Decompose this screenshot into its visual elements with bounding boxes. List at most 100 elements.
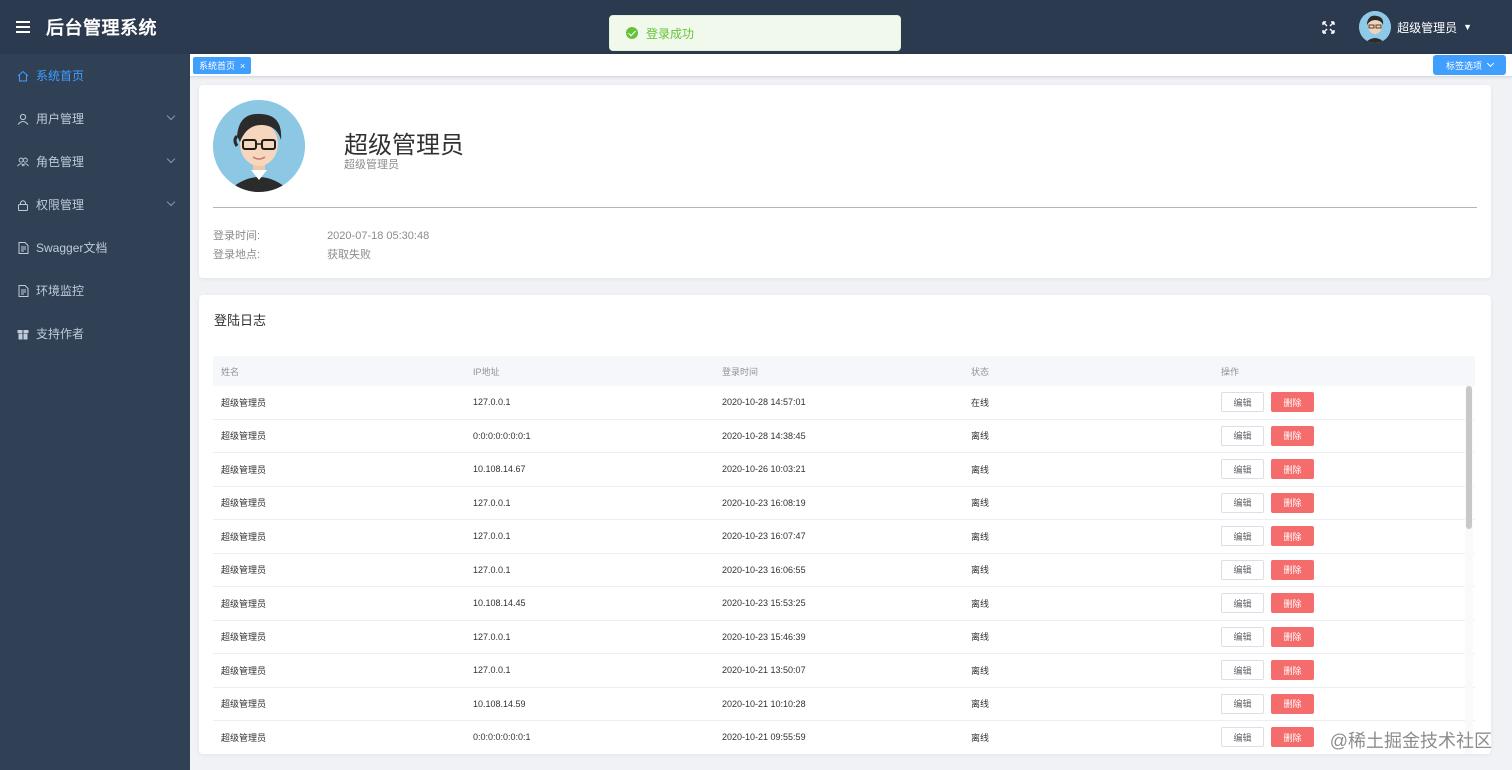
- cell-status: 离线: [971, 699, 990, 710]
- hamburger-menu-icon[interactable]: [0, 0, 46, 54]
- chevron-down-icon: [166, 197, 176, 207]
- table-scrollbar[interactable]: [1465, 386, 1473, 754]
- sidebar-item-monitoring[interactable]: 环境监控: [0, 269, 190, 312]
- tag-options-button[interactable]: 标签选项: [1433, 55, 1506, 75]
- sidebar-item-label: 支持作者: [36, 327, 85, 341]
- cell-ip: 127.0.0.1: [473, 665, 511, 676]
- column-header-status[interactable]: 状态: [963, 365, 1213, 378]
- cell-actions: 编辑 删除: [1213, 425, 1463, 446]
- user-avatar[interactable]: [1359, 11, 1392, 43]
- delete-button[interactable]: 删除: [1271, 626, 1314, 647]
- delete-button[interactable]: 删除: [1271, 425, 1314, 446]
- delete-button[interactable]: 删除: [1271, 693, 1314, 714]
- cell-name: 超级管理员: [221, 498, 267, 509]
- cell-ip: 0:0:0:0:0:0:0:1: [473, 430, 531, 441]
- table-body: 超级管理员 127.0.0.1 2020-10-28 14:57:01 在线 编辑 删除超…: [213, 386, 1475, 754]
- cell-status: 离线: [971, 498, 990, 509]
- fullscreen-icon[interactable]: [1313, 12, 1343, 42]
- profile-avatar: [213, 100, 305, 192]
- edit-button[interactable]: 编辑: [1221, 392, 1264, 413]
- cell-login-time: 2020-10-21 13:50:07: [722, 665, 806, 676]
- cell-login-time: 2020-10-21 10:10:28: [722, 698, 806, 709]
- delete-button[interactable]: 删除: [1271, 559, 1314, 580]
- delete-button[interactable]: 删除: [1271, 492, 1314, 513]
- close-icon[interactable]: ×: [240, 61, 245, 71]
- cell-ip: 10.108.14.59: [473, 698, 526, 709]
- cell-ip: 0:0:0:0:0:0:0:1: [473, 732, 531, 743]
- sidebar-item-support-author[interactable]: 支持作者: [0, 312, 190, 355]
- delete-button[interactable]: 删除: [1271, 660, 1314, 681]
- edit-button[interactable]: 编辑: [1221, 526, 1264, 547]
- cell-name: 超级管理员: [221, 632, 267, 643]
- sidebar-item-role-management[interactable]: 角色管理: [0, 140, 190, 183]
- sidebar-item-label: 角色管理: [36, 155, 85, 169]
- edit-button[interactable]: 编辑: [1221, 727, 1264, 748]
- sidebar-item-label: 权限管理: [36, 198, 85, 212]
- caret-down-icon[interactable]: ▼: [1463, 22, 1472, 32]
- edit-button[interactable]: 编辑: [1221, 660, 1264, 681]
- edit-button[interactable]: 编辑: [1221, 559, 1264, 580]
- column-header-login-time[interactable]: 登录时间: [714, 365, 963, 378]
- log-title: 登陆日志: [214, 313, 267, 328]
- delete-button[interactable]: 删除: [1271, 727, 1314, 748]
- sidebar-item-swagger[interactable]: Swagger文档: [0, 226, 190, 269]
- cell-name: 超级管理员: [221, 598, 267, 609]
- cell-ip: 10.108.14.45: [473, 598, 526, 609]
- cell-login-time: 2020-10-23 16:07:47: [722, 531, 806, 542]
- login-time-label: 登录时间:: [213, 230, 261, 242]
- column-header-ip[interactable]: IP地址: [465, 365, 714, 378]
- edit-button[interactable]: 编辑: [1221, 459, 1264, 480]
- delete-button[interactable]: 删除: [1271, 593, 1314, 614]
- login-location-row: 登录地点: 获取失败: [213, 246, 371, 262]
- cell-actions: 编辑 删除: [1213, 593, 1463, 614]
- cell-ip: 127.0.0.1: [473, 397, 511, 408]
- edit-button[interactable]: 编辑: [1221, 593, 1264, 614]
- cell-actions: 编辑 删除: [1213, 492, 1463, 513]
- cell-login-time: 2020-10-21 09:55:59: [722, 732, 806, 743]
- sidebar-item-label: 系统首页: [36, 69, 85, 83]
- sidebar-item-home[interactable]: 系统首页: [0, 54, 190, 97]
- table-row: 超级管理员 127.0.0.1 2020-10-23 16:07:47 离线 编辑 删除: [213, 520, 1475, 554]
- cell-login-time: 2020-10-28 14:57:01: [722, 397, 806, 408]
- cell-ip: 127.0.0.1: [473, 497, 511, 508]
- cell-login-time: 2020-10-23 15:53:25: [722, 598, 806, 609]
- delete-button[interactable]: 删除: [1271, 526, 1314, 547]
- scrollbar-thumb[interactable]: [1466, 386, 1472, 529]
- cell-login-time: 2020-10-28 14:38:45: [722, 430, 806, 441]
- login-time-row: 登录时间: 2020-07-18 05:30:48: [213, 227, 429, 243]
- sidebar-item-user-management[interactable]: 用户管理: [0, 97, 190, 140]
- cell-ip: 127.0.0.1: [473, 564, 511, 575]
- edit-button[interactable]: 编辑: [1221, 425, 1264, 446]
- app-title: 后台管理系统: [46, 18, 157, 38]
- sidebar-item-label: 环境监控: [36, 284, 85, 298]
- column-header-name[interactable]: 姓名: [213, 365, 465, 378]
- cell-actions: 编辑 删除: [1213, 559, 1463, 580]
- cell-actions: 编辑 删除: [1213, 693, 1463, 714]
- cell-actions: 编辑 删除: [1213, 459, 1463, 480]
- edit-button[interactable]: 编辑: [1221, 626, 1264, 647]
- sidebar-item-permission-management[interactable]: 权限管理: [0, 183, 190, 226]
- cell-name: 超级管理员: [221, 699, 267, 710]
- delete-button[interactable]: 删除: [1271, 392, 1314, 413]
- edit-button[interactable]: 编辑: [1221, 693, 1264, 714]
- chevron-down-icon: [166, 111, 176, 121]
- cell-name: 超级管理员: [221, 397, 267, 408]
- tag-home[interactable]: 系统首页 ×: [193, 57, 252, 74]
- edit-button[interactable]: 编辑: [1221, 492, 1264, 513]
- user-name[interactable]: 超级管理员: [1397, 19, 1457, 36]
- delete-button[interactable]: 删除: [1271, 459, 1314, 480]
- cell-name: 超级管理员: [221, 732, 267, 743]
- table-row: 超级管理员 10.108.14.45 2020-10-23 15:53:25 离线 编辑…: [213, 587, 1475, 621]
- cell-status: 在线: [971, 397, 990, 408]
- sidebar-item-label: Swagger文档: [36, 241, 108, 255]
- cell-status: 离线: [971, 732, 990, 743]
- chevron-down-icon: [1486, 59, 1495, 68]
- sidebar-item-label: 用户管理: [36, 112, 85, 126]
- table-row: 超级管理员 127.0.0.1 2020-10-28 14:57:01 在线 编辑 删除: [213, 386, 1475, 420]
- home-icon: [17, 70, 29, 82]
- users-icon: [17, 156, 29, 168]
- table-row: 超级管理员 0:0:0:0:0:0:0:1 2020-10-28 14:38:45 离…: [213, 420, 1475, 453]
- table-row: 超级管理员 127.0.0.1 2020-10-21 13:50:07 离线 编辑 删除: [213, 654, 1475, 688]
- cell-status: 离线: [971, 632, 990, 643]
- cell-status: 离线: [971, 464, 990, 475]
